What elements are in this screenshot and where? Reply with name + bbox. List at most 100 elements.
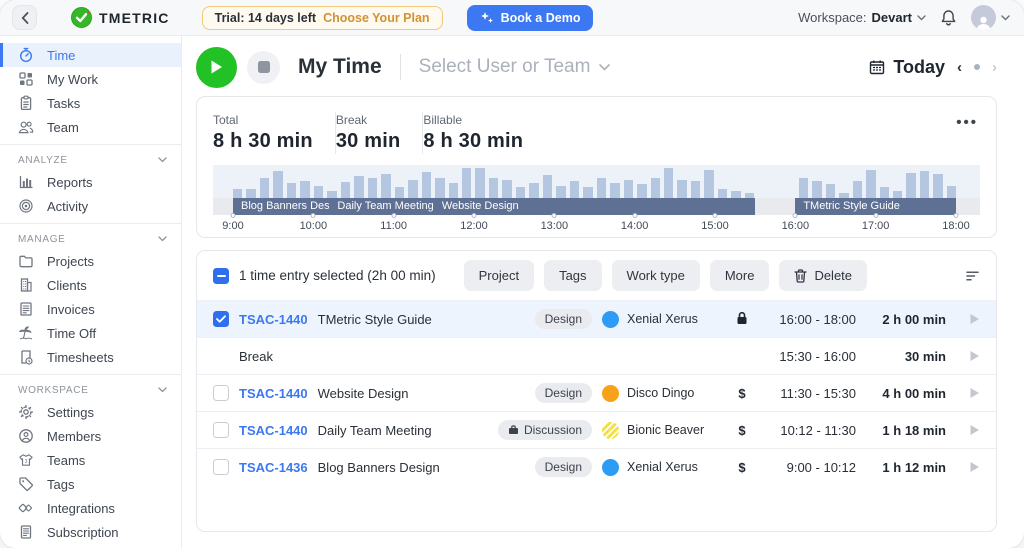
logo-text: TMETRIC	[99, 10, 170, 26]
entry-duration[interactable]: 4 h 00 min	[866, 386, 946, 401]
tag-pill[interactable]: Design	[535, 383, 592, 403]
activity-bar	[556, 186, 565, 198]
activity-bar	[516, 187, 525, 198]
sidebar-item-activity[interactable]: Activity	[0, 194, 181, 218]
choose-plan-link[interactable]: Choose Your Plan	[323, 11, 430, 25]
entry-time-range[interactable]: 10:12 - 11:30	[760, 423, 856, 438]
book-demo-button[interactable]: Book a Demo	[467, 5, 594, 31]
sort-button[interactable]	[965, 270, 980, 282]
sidebar-section-workspace[interactable]: WORKSPACE	[0, 380, 181, 400]
row-checkbox[interactable]	[213, 311, 229, 327]
row-play-button[interactable]	[956, 350, 980, 362]
play-icon	[969, 313, 980, 325]
sidebar-item-timesheets[interactable]: Timesheets	[0, 345, 181, 369]
entry-time-range[interactable]: 9:00 - 10:12	[760, 460, 856, 475]
sidebar-item-clients[interactable]: Clients	[0, 273, 181, 297]
activity-bar	[826, 184, 835, 198]
activity-bar	[314, 186, 323, 198]
more-button[interactable]: More	[710, 260, 770, 291]
row-play-button[interactable]	[956, 461, 980, 473]
entry-duration[interactable]: 1 h 18 min	[866, 423, 946, 438]
sidebar-item-tags[interactable]: Tags	[0, 472, 181, 496]
previous-day-button[interactable]: ‹	[957, 59, 962, 76]
row-checkbox[interactable]	[213, 459, 229, 475]
sidebar-item-settings[interactable]: Settings	[0, 400, 181, 424]
sidebar-item-time[interactable]: Time	[0, 43, 181, 67]
date-picker-button[interactable]: Today	[869, 57, 945, 78]
axis-tick-label: 14:00	[621, 220, 649, 232]
row-checkbox[interactable]	[213, 385, 229, 401]
time-entry-row[interactable]: TSAC-1436 Blog Banners Design Design Xen…	[197, 448, 996, 485]
time-entry-row[interactable]: TSAC-1440 Daily Team Meeting Discussion …	[197, 411, 996, 448]
project-button[interactable]: Project	[464, 260, 534, 291]
activity-bar	[637, 184, 646, 198]
break-row[interactable]: Break 15:30 - 16:00 30 min	[197, 337, 996, 374]
activity-bar	[435, 178, 444, 198]
sidebar-item-invoices[interactable]: Invoices	[0, 297, 181, 321]
activity-bar	[449, 183, 458, 198]
activity-bar	[624, 180, 633, 198]
sidebar-item-teams[interactable]: 3 Teams	[0, 448, 181, 472]
time-entry-row[interactable]: TSAC-1440 TMetric Style Guide Design Xen…	[197, 300, 996, 337]
start-timer-button[interactable]	[196, 47, 237, 88]
entry-duration[interactable]: 30 min	[866, 349, 946, 364]
timeline-segment[interactable]: Website Design	[434, 198, 755, 215]
sidebar-item-reports[interactable]: Reports	[0, 170, 181, 194]
delete-button[interactable]: Delete	[779, 260, 867, 291]
tag-pill[interactable]: Design	[535, 309, 592, 329]
entry-time-range[interactable]: 11:30 - 15:30	[760, 386, 856, 401]
entry-time-range[interactable]: 16:00 - 18:00	[760, 312, 856, 327]
day-timeline-chart: Blog Banners DesignDaily Team MeetingWeb…	[213, 165, 980, 235]
bell-icon[interactable]	[940, 9, 957, 27]
back-button[interactable]	[12, 5, 37, 30]
task-id-link[interactable]: TSAC-1440	[239, 423, 308, 438]
timeline-segment[interactable]: Blog Banners Design	[233, 198, 329, 215]
sidebar-item-time-off[interactable]: Time Off	[0, 321, 181, 345]
row-play-button[interactable]	[956, 387, 980, 399]
current-day-dot[interactable]	[974, 64, 980, 70]
task-id-link[interactable]: TSAC-1440	[239, 312, 308, 327]
row-checkbox[interactable]	[213, 422, 229, 438]
work-type-button[interactable]: Work type	[612, 260, 700, 291]
sidebar-item-projects[interactable]: Projects	[0, 249, 181, 273]
workspace-selector[interactable]: Workspace: Devart	[798, 10, 926, 25]
sidebar-item-tasks[interactable]: Tasks	[0, 91, 181, 115]
sidebar-item-label: Projects	[47, 254, 94, 269]
sidebar-item-my-work[interactable]: My Work	[0, 67, 181, 91]
hour-tick-dot	[391, 213, 396, 218]
tag-pill[interactable]: Design	[535, 457, 592, 477]
timeline-segment[interactable]: Daily Team Meeting	[329, 198, 433, 215]
row-play-button[interactable]	[956, 313, 980, 325]
stop-icon	[258, 61, 270, 73]
tmetric-logo[interactable]: TMETRIC	[71, 7, 170, 28]
tshirt-icon: 3	[18, 452, 34, 468]
entry-duration[interactable]: 2 h 00 min	[866, 312, 946, 327]
task-id-link[interactable]: TSAC-1440	[239, 386, 308, 401]
project-button-label: Project	[479, 268, 519, 283]
tag-pill[interactable]: Discussion	[498, 420, 592, 440]
calendar-icon	[869, 59, 885, 75]
user-menu[interactable]	[971, 5, 1010, 30]
sidebar-divider	[0, 144, 181, 145]
user-team-selector[interactable]: Select User or Team	[419, 56, 611, 78]
sidebar-item-members[interactable]: Members	[0, 424, 181, 448]
sidebar-divider	[0, 223, 181, 224]
entry-duration[interactable]: 1 h 12 min	[866, 460, 946, 475]
row-play-button[interactable]	[956, 424, 980, 436]
stop-timer-button[interactable]	[247, 51, 280, 84]
sidebar-section-manage[interactable]: MANAGE	[0, 229, 181, 249]
summary-more-menu[interactable]: •••	[956, 119, 978, 127]
divider	[400, 54, 401, 80]
sidebar-section-analyze[interactable]: ANALYZE	[0, 150, 181, 170]
select-all-checkbox[interactable]	[213, 268, 229, 284]
tags-button[interactable]: Tags	[544, 260, 601, 291]
sidebar-item-subscription[interactable]: Subscription	[0, 520, 181, 544]
play-icon	[969, 461, 980, 473]
sidebar-item-integrations[interactable]: Integrations	[0, 496, 181, 520]
person-icon	[975, 15, 992, 30]
task-id-link[interactable]: TSAC-1436	[239, 460, 308, 475]
next-day-button[interactable]: ›	[992, 59, 997, 76]
sidebar-item-team[interactable]: Team	[0, 115, 181, 139]
time-entry-row[interactable]: TSAC-1440 Website Design Design Disco Di…	[197, 374, 996, 411]
entry-time-range[interactable]: 15:30 - 16:00	[760, 349, 856, 364]
